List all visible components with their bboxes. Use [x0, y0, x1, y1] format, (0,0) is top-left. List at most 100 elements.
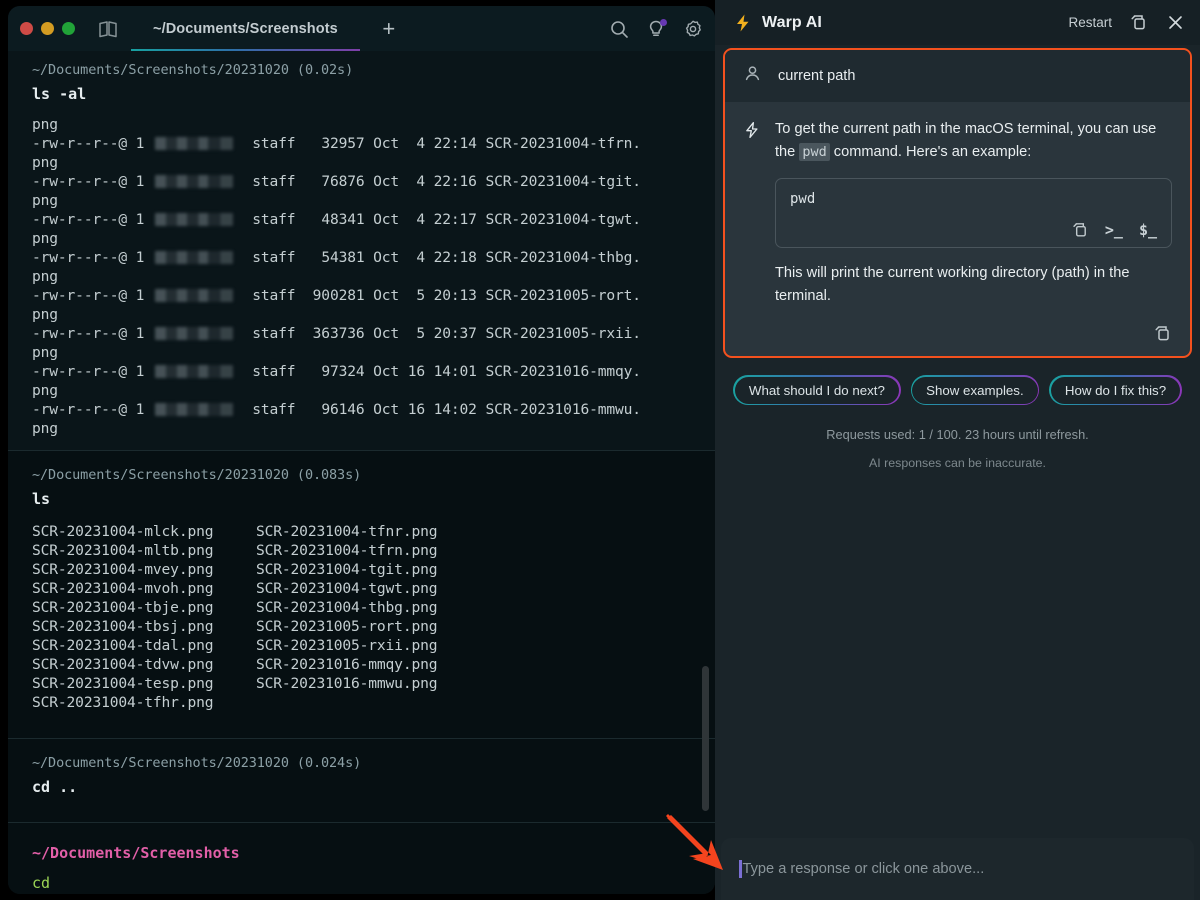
close-window-button[interactable] [20, 22, 33, 35]
active-prompt-input[interactable]: cd [8, 868, 715, 894]
ai-disclaimer-text: AI responses can be inaccurate. [868, 456, 1046, 471]
block-prompt-line: ~/Documents/Screenshots/20231020 (0.083s… [32, 467, 362, 483]
ls-day: 4 [416, 249, 425, 266]
text-caret [739, 860, 742, 878]
copy-icon[interactable] [1128, 12, 1149, 33]
code-block-actions: >_ $_ [790, 221, 1157, 239]
copy-icon[interactable] [1153, 324, 1172, 342]
ls-filename: SCR-20231004-tgit. [485, 173, 641, 190]
new-tab-button[interactable]: + [376, 16, 402, 42]
ls-group: staff [252, 401, 296, 418]
lightbulb-icon[interactable] [644, 17, 668, 41]
ls-size: 900281 [312, 287, 365, 304]
ls-row-wrap: png [32, 344, 58, 361]
list-item: SCR-20231004-tfnr.png [256, 523, 438, 540]
ls-month: Oct [373, 325, 400, 342]
ls-user-redacted [154, 403, 233, 416]
gear-icon[interactable] [681, 17, 705, 41]
window-titlebar: ~/Documents/Screenshots + [8, 6, 715, 51]
suggestion-chip-next[interactable]: What should I do next? [733, 375, 901, 406]
ls-group: staff [252, 135, 296, 152]
run-in-terminal-icon[interactable]: >_ [1105, 221, 1123, 239]
ai-answer-paragraph-1: To get the current path in the macOS ter… [775, 118, 1172, 164]
block-command: cd .. [32, 778, 78, 796]
ls-row-wrap: png [32, 420, 58, 437]
command-block-ls[interactable]: ~/Documents/Screenshots/20231020 (0.083s… [8, 450, 715, 738]
maximize-window-button[interactable] [62, 22, 75, 35]
ls-group: staff [252, 249, 296, 266]
search-icon[interactable] [607, 17, 631, 41]
ls-time: 22:14 [433, 135, 477, 152]
minimize-window-button[interactable] [41, 22, 54, 35]
ls-size: 48341 [321, 211, 365, 228]
screenshot-root: ~/Documents/Screenshots + ~/Documents/Sc… [0, 0, 1200, 900]
ls-time: 20:13 [433, 287, 477, 304]
copy-icon[interactable] [1071, 221, 1089, 239]
list-item: SCR-20231016-mmwu.png [256, 675, 438, 692]
ls-perms: -rw-r--r--@ [32, 287, 127, 304]
ls-links: 1 [135, 211, 145, 228]
ls-size: 97324 [321, 363, 365, 380]
ls-row: -rw-r--r--@ 1 staff 54381 Oct 4 22:18 SC… [8, 248, 715, 267]
list-item: SCR-20231004-tesp.png [32, 675, 214, 692]
ls-user-redacted [154, 251, 233, 264]
command-block-cd-up[interactable]: ~/Documents/Screenshots/20231020 (0.024s… [8, 738, 715, 822]
restart-button[interactable]: Restart [1068, 15, 1112, 30]
ls-day: 5 [416, 325, 425, 342]
ls-row-wrap: png [32, 192, 58, 209]
lightning-bolt-icon [733, 13, 753, 33]
ai-code-block[interactable]: pwd >_ $_ [775, 178, 1172, 248]
ai-answer-footer [725, 314, 1190, 356]
active-prompt-block[interactable]: ~/Documents/Screenshots cd [8, 822, 715, 894]
ai-usage-text: Requests used: 1 / 100. 23 hours until r… [826, 427, 1089, 443]
list-item: SCR-20231004-tbje.png [32, 599, 214, 616]
ls-day: 5 [416, 287, 425, 304]
ls-group: staff [252, 211, 296, 228]
ls-row: -rw-r--r--@ 1 staff 363736 Oct 5 20:37 S… [8, 324, 715, 343]
suggestion-chip-label: What should I do next? [734, 376, 899, 404]
ai-response-input[interactable]: Type a response or click one above... [721, 838, 1194, 900]
answer-text-post: command. Here's an example: [829, 144, 1032, 160]
list-item: SCR-20231004-tfrn.png [256, 542, 438, 559]
ls-row-wrap: png [32, 306, 58, 323]
ls-month: Oct [373, 211, 400, 228]
tab-screenshots[interactable]: ~/Documents/Screenshots [131, 6, 360, 51]
terminal-output-area[interactable]: ~/Documents/Screenshots/20231020 (0.02s)… [8, 51, 715, 894]
ls-month: Oct [373, 249, 400, 266]
ai-answer-body: To get the current path in the macOS ter… [775, 118, 1172, 308]
ls-user-redacted [154, 327, 233, 340]
split-pane-icon[interactable] [97, 18, 119, 40]
ai-answer-paragraph-2: This will print the current working dire… [775, 265, 1130, 304]
suggestion-chips: What should I do next? Show examples. Ho… [715, 375, 1200, 406]
ls-perms: -rw-r--r--@ [32, 173, 127, 190]
ai-input-container: Type a response or click one above... [666, 814, 1200, 900]
ls-links: 1 [135, 249, 145, 266]
ai-header-actions: Restart [1068, 12, 1186, 33]
ai-conversation-card: current path To get the current path in … [723, 48, 1192, 358]
ls-filename: SCR-20231005-rort. [485, 287, 641, 304]
suggestion-chip-examples[interactable]: Show examples. [910, 375, 1040, 406]
ls-links: 1 [135, 287, 145, 304]
list-item: SCR-20231004-mltb.png [32, 542, 214, 559]
ls-day: 4 [416, 211, 425, 228]
close-icon[interactable] [1165, 12, 1186, 33]
ls-perms: -rw-r--r--@ [32, 211, 127, 228]
command-block-ls-al[interactable]: ~/Documents/Screenshots/20231020 (0.02s)… [8, 51, 715, 450]
ls-time: 14:01 [433, 363, 477, 380]
ls-size: 363736 [312, 325, 365, 342]
ls-size: 32957 [321, 135, 365, 152]
suggestion-chip-fix[interactable]: How do I fix this? [1049, 375, 1182, 406]
ls-row: -rw-r--r--@ 1 staff 96146 Oct 16 14:02 S… [8, 400, 715, 419]
red-arrow-annotation [666, 814, 723, 870]
ls-perms: -rw-r--r--@ [32, 325, 127, 342]
lightning-bolt-icon [743, 121, 761, 139]
user-icon [743, 64, 762, 88]
ls-group: staff [252, 363, 296, 380]
ls-perms: -rw-r--r--@ [32, 363, 127, 380]
list-item: SCR-20231004-mlck.png [32, 523, 214, 540]
insert-in-input-icon[interactable]: $_ [1139, 221, 1157, 239]
list-item: SCR-20231005-rxii.png [256, 637, 438, 654]
list-item: SCR-20231004-tfhr.png [32, 694, 214, 711]
ls-row: -rw-r--r--@ 1 staff 97324 Oct 16 14:01 S… [8, 362, 715, 381]
ls-perms: -rw-r--r--@ [32, 249, 127, 266]
